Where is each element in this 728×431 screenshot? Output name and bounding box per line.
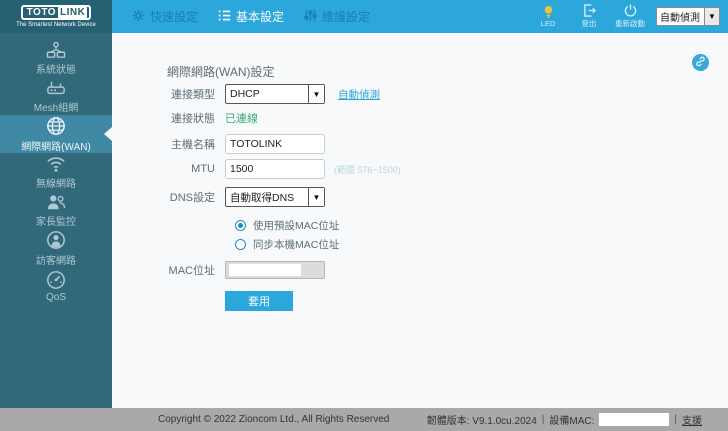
footer-separator: | — [674, 414, 677, 425]
dns-value: 自動取得DNS — [230, 191, 295, 204]
sidebar-item-qos[interactable]: QoS — [0, 267, 112, 305]
hostname-label: 主機名稱 — [171, 139, 215, 151]
mac-mode-clone-radio[interactable]: 同步本機MAC位址 — [235, 236, 728, 252]
page-title: 網際網路(WAN)設定 — [167, 65, 275, 79]
support-link[interactable]: 支援 — [682, 412, 702, 427]
mac-mode-clone-label: 同步本機MAC位址 — [253, 238, 340, 251]
device-mac-label: 設備MAC: — [549, 416, 595, 427]
nav-label: 基本設定 — [236, 10, 285, 24]
footer: Copyright © 2022 Zioncom Ltd., All Right… — [0, 408, 728, 431]
connection-type-row: 連接類型 DHCP ▼ 自動偵測 — [112, 84, 728, 104]
wan-globe-icon — [46, 116, 66, 136]
led-label: LED — [540, 19, 556, 28]
dns-label: DNS設定 — [169, 192, 215, 204]
router-admin-window: TOTO LINK The Smartest Network Device 快速… — [0, 0, 728, 431]
totolink-logo: TOTO LINK — [20, 5, 92, 20]
connection-status-label: 連接狀態 — [171, 113, 215, 125]
sliders-icon — [304, 9, 317, 25]
dns-select[interactable]: 自動取得DNS ▼ — [225, 187, 325, 207]
main-nav: 快速設定 基本設定 維護設定 — [132, 8, 370, 25]
brand-tagline: The Smartest Network Device — [16, 22, 96, 28]
sidebar-item-mesh[interactable]: Mesh組網 — [0, 77, 112, 115]
nav-basic-setup[interactable]: 基本設定 — [218, 8, 284, 25]
hostname-row: 主機名稱 — [112, 134, 728, 154]
auto-detect-select[interactable]: 自動偵測 ▼ — [656, 7, 720, 26]
mtu-input[interactable] — [225, 159, 325, 179]
connection-status-value: 已連線 — [225, 113, 258, 125]
led-toggle[interactable]: LED — [533, 5, 563, 28]
sidebar-item-wireless[interactable]: 無線網路 — [0, 153, 112, 191]
main-content: 網際網路(WAN)設定 連接類型 DHCP ▼ 自動偵測 連接狀態 已連線 主機… — [112, 33, 728, 408]
sidebar-item-label: 訪客網路 — [36, 255, 76, 267]
sidebar-item-label: 無線網路 — [36, 178, 76, 190]
mtu-range-hint: (範圍 576~1500) — [334, 164, 401, 175]
apply-row: 套用 — [112, 291, 728, 311]
qos-gauge-icon — [46, 270, 66, 290]
copyright-text: Copyright © 2022 Zioncom Ltd., All Right… — [158, 414, 390, 425]
list-icon — [218, 9, 231, 25]
mtu-row: MTU (範圍 576~1500) — [112, 159, 728, 179]
mac-mode-default-radio[interactable]: 使用預設MAC位址 — [235, 217, 728, 233]
nav-label: 維護設定 — [322, 10, 371, 24]
nav-label: 快速設定 — [150, 10, 199, 24]
footer-info: 韌體版本: V9.1.0cu.2024 | 設備MAC: | 支援 — [427, 412, 702, 427]
logo-text-toto: TOTO — [26, 7, 57, 18]
top-header: TOTO LINK The Smartest Network Device 快速… — [0, 0, 728, 33]
sidebar-item-label: 網際網路(WAN) — [21, 141, 91, 153]
device-mac-value — [599, 413, 670, 426]
apply-button[interactable]: 套用 — [225, 291, 293, 311]
sidebar-item-parental-control[interactable]: 家長監控 — [0, 191, 112, 229]
connection-status-row: 連接狀態 已連線 — [112, 110, 728, 126]
logout-button[interactable]: 登出 — [574, 4, 604, 29]
header-actions: LED 登出 重新啟動 自動偵測 ▼ — [533, 4, 728, 29]
radio-selected-icon — [235, 219, 246, 231]
wan-link-status-button[interactable] — [692, 54, 709, 71]
logout-icon — [583, 4, 596, 17]
logout-label: 登出 — [581, 19, 597, 28]
led-icon — [542, 5, 555, 18]
sidebar-item-system-status[interactable]: 系統狀態 — [0, 39, 112, 77]
sidebar-item-wan[interactable]: 網際網路(WAN) — [0, 115, 112, 153]
sidebar-item-label: 系統狀態 — [36, 64, 76, 76]
mac-address-input[interactable] — [225, 261, 325, 279]
mac-address-value — [229, 264, 301, 276]
restart-icon — [624, 4, 637, 17]
wifi-icon — [46, 155, 66, 173]
hostname-input[interactable] — [225, 134, 325, 154]
mac-mode-default-label: 使用預設MAC位址 — [253, 219, 340, 232]
parental-control-icon — [46, 193, 66, 211]
connection-type-select[interactable]: DHCP ▼ — [225, 84, 325, 104]
wan-settings-form: 連接類型 DHCP ▼ 自動偵測 連接狀態 已連線 主機名稱 MTU (範圍 5… — [112, 84, 728, 311]
auto-detect-value: 自動偵測 — [660, 13, 700, 24]
auto-detect-link[interactable]: 自動偵測 — [338, 87, 380, 102]
nav-quick-setup[interactable]: 快速設定 — [132, 8, 198, 25]
mac-address-label: MAC位址 — [168, 265, 215, 277]
logo-text-link: LINK — [58, 7, 88, 18]
footer-separator: | — [541, 414, 545, 425]
sidebar-item-label: Mesh組網 — [33, 102, 79, 114]
gear-icon — [132, 9, 145, 25]
guest-network-icon — [46, 230, 66, 250]
chevron-down-icon: ▼ — [308, 188, 324, 206]
connection-type-label: 連接類型 — [171, 89, 215, 101]
brand-logo: TOTO LINK The Smartest Network Device — [0, 0, 112, 33]
mac-address-row: MAC位址 — [112, 261, 728, 279]
mtu-label: MTU — [191, 163, 215, 175]
chevron-down-icon: ▼ — [308, 85, 324, 103]
mesh-router-icon — [46, 79, 66, 97]
dns-row: DNS設定 自動取得DNS ▼ — [112, 187, 728, 207]
link-chain-icon — [695, 54, 706, 72]
sidebar: 系統狀態 Mesh組網 網際網路(WAN) 無線網路 家長監控 訪客網路 QoS — [0, 33, 112, 408]
sidebar-item-label: QoS — [45, 291, 66, 303]
nav-advanced-setup[interactable]: 維護設定 — [304, 8, 370, 25]
chevron-down-icon: ▼ — [704, 8, 719, 25]
sidebar-item-label: 家長監控 — [36, 216, 76, 228]
sidebar-item-guest-network[interactable]: 訪客網路 — [0, 229, 112, 267]
radio-unselected-icon — [235, 238, 246, 250]
restart-button[interactable]: 重新啟動 — [615, 4, 645, 29]
firmware-version: 韌體版本: V9.1.0cu.2024 — [426, 416, 537, 427]
connection-type-value: DHCP — [230, 88, 260, 100]
restart-label: 重新啟動 — [615, 19, 645, 28]
system-status-icon — [46, 41, 66, 59]
